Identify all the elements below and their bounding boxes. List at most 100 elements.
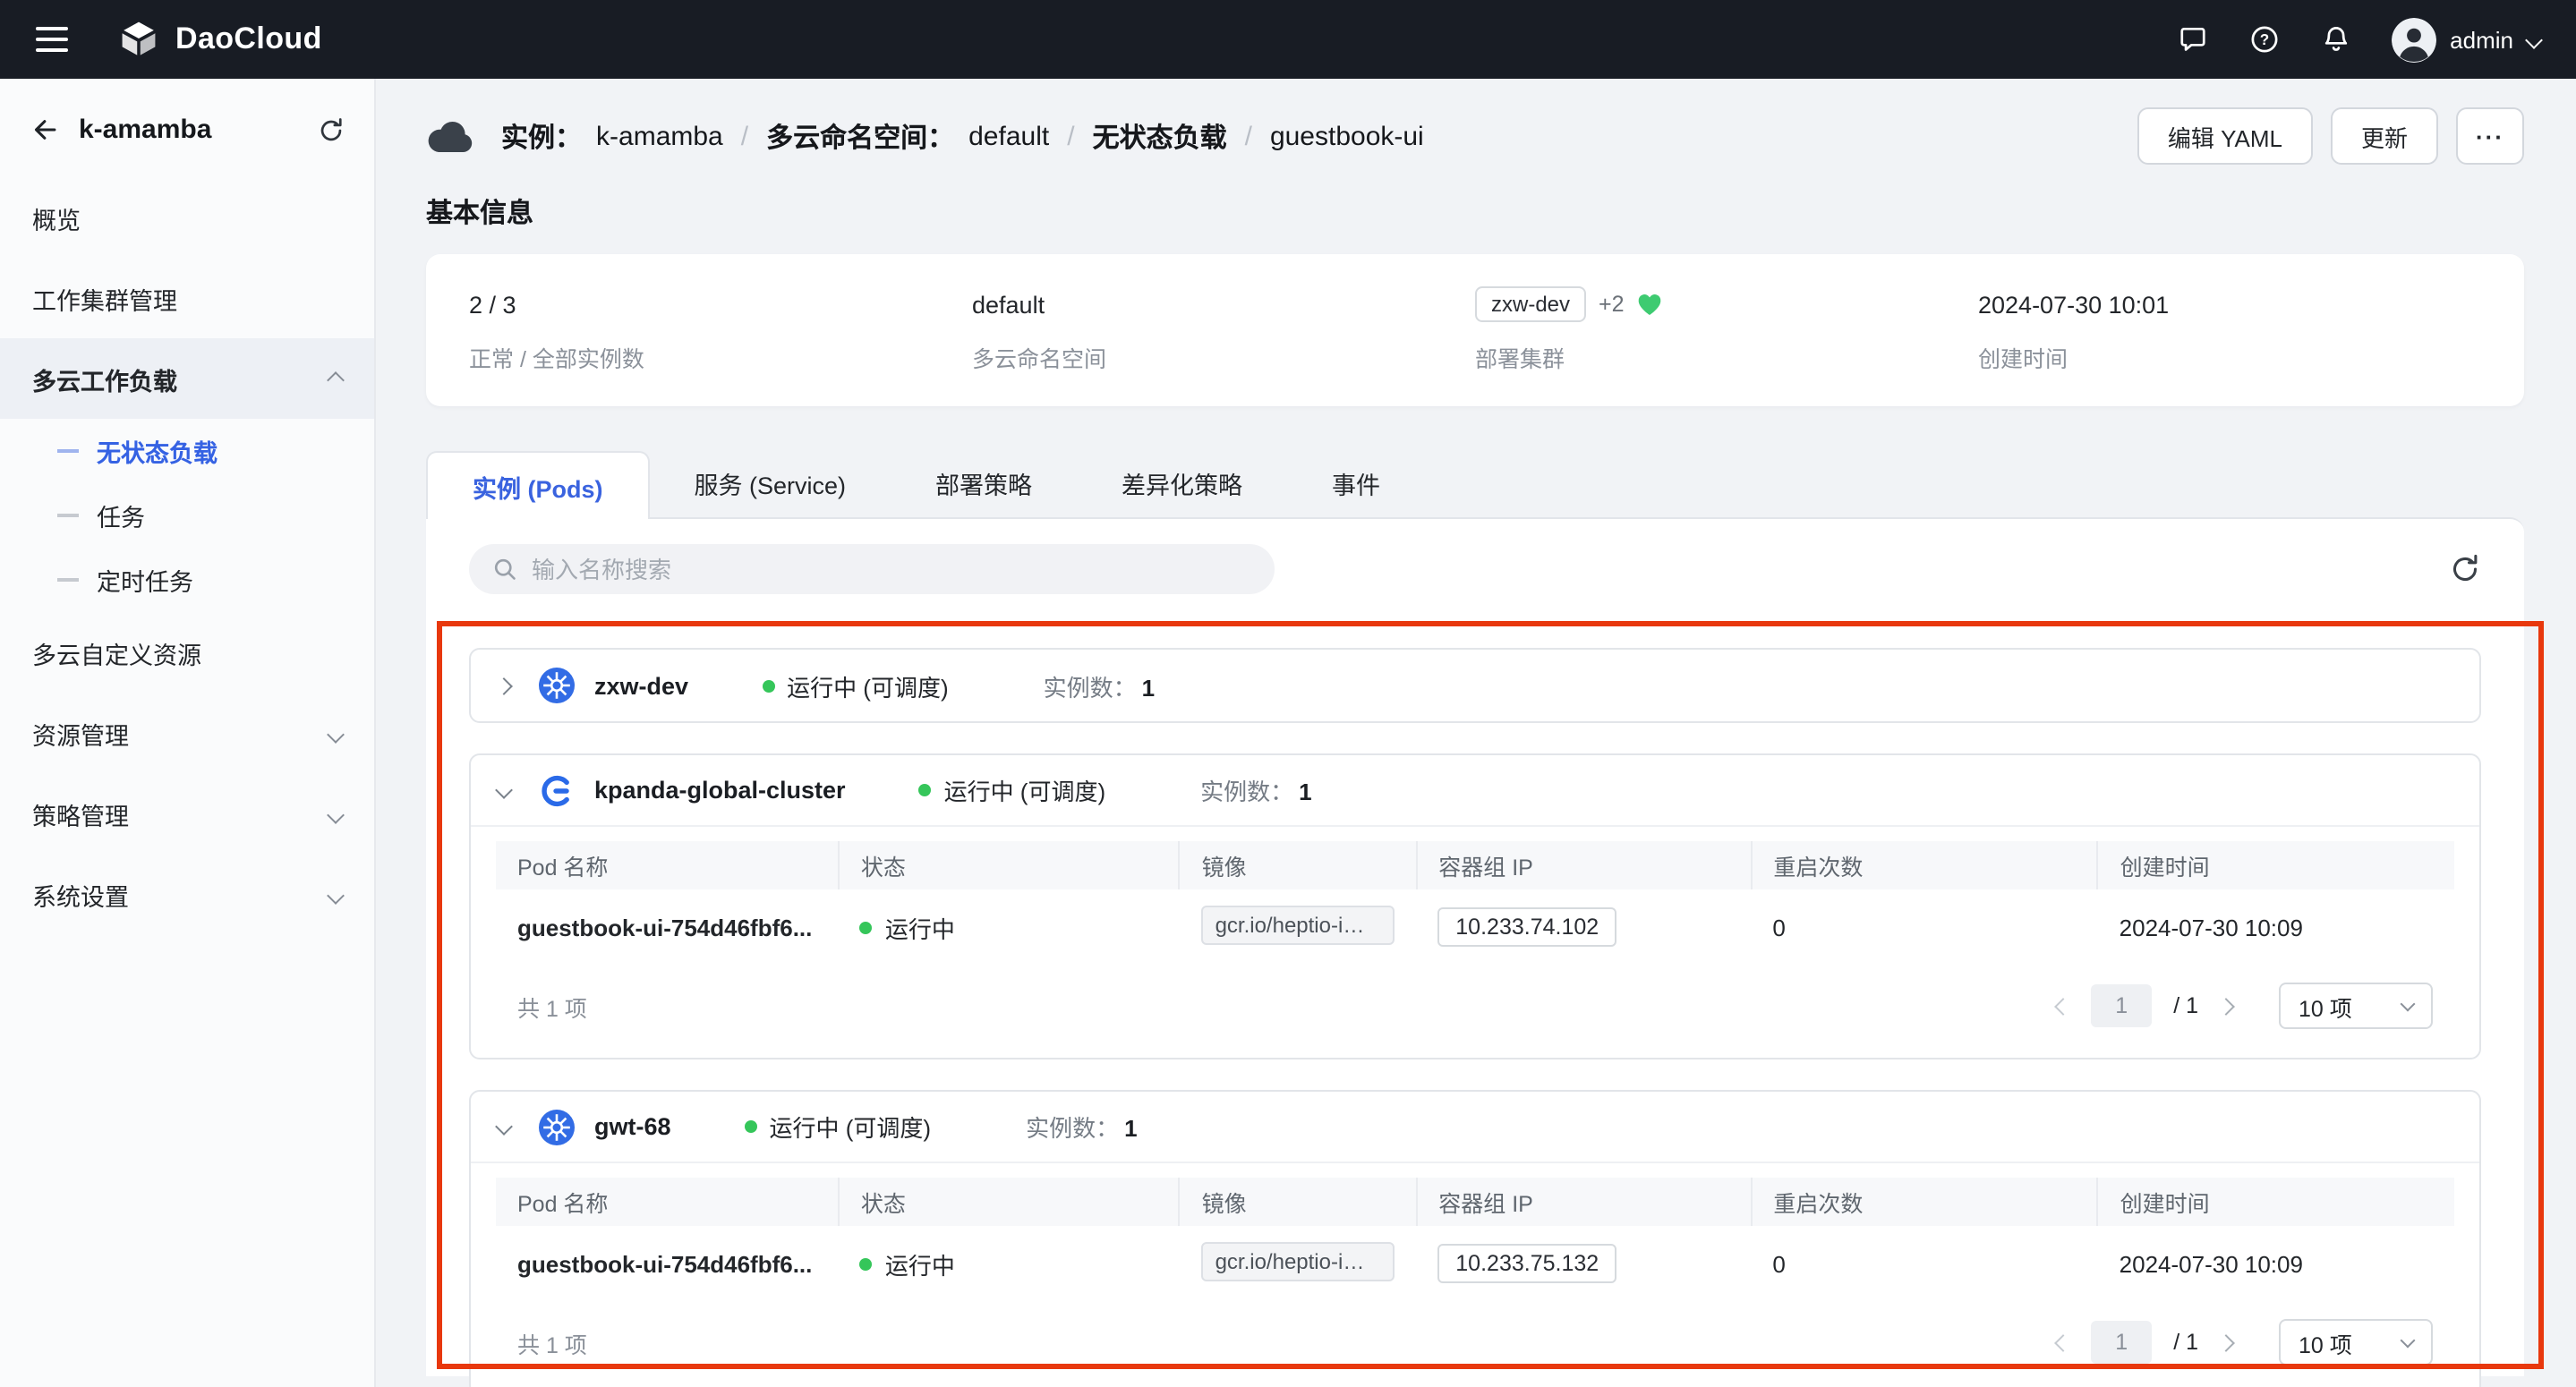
tab-diff-policy[interactable]: 差异化策略	[1077, 449, 1287, 517]
chevron-down-icon[interactable]	[498, 1120, 519, 1133]
sidebar-item-policy-mgmt[interactable]: 策略管理	[0, 773, 374, 854]
edit-yaml-button[interactable]: 编辑 YAML	[2137, 107, 2313, 165]
page-number-input[interactable]: 1	[2091, 1321, 2152, 1364]
tab-events[interactable]: 事件	[1287, 449, 1425, 517]
sidebar-item-cluster-mgmt[interactable]: 工作集群管理	[0, 258, 374, 338]
topbar: DaoCloud ? admin	[0, 0, 2576, 79]
chevron-down-icon[interactable]	[498, 784, 519, 796]
pods-table: Pod 名称 状态 镜像 容器组 IP 重启次数 创建时间	[496, 1178, 2454, 1301]
cluster-chip[interactable]: zxw-dev	[1475, 286, 1586, 322]
image-chip[interactable]: gcr.io/heptio-imag...	[1201, 905, 1395, 944]
chevron-down-icon	[2401, 1332, 2416, 1348]
hamburger-menu-icon[interactable]	[36, 27, 68, 52]
col-status: 状态	[839, 841, 1180, 889]
col-image: 镜像	[1180, 841, 1417, 889]
sidebar-item-cronjobs[interactable]: 定时任务	[0, 548, 374, 612]
notification-bell-icon[interactable]	[2319, 23, 2351, 55]
more-actions-button[interactable]: ···	[2456, 107, 2524, 165]
ip-chip[interactable]: 10.233.74.102	[1437, 907, 1616, 947]
main-content: 实例： k-amamba / 多云命名空间： default / 无状态负载 /…	[376, 79, 2576, 1387]
search-row	[426, 519, 2524, 619]
pod-image-cell: gcr.io/heptio-imag...	[1180, 1226, 1417, 1301]
tab-deploy-policy[interactable]: 部署策略	[891, 449, 1077, 517]
page-number-input[interactable]: 1	[2091, 984, 2152, 1027]
status-text: 运行中	[885, 910, 955, 944]
sidebar-item-label: 资源管理	[32, 715, 129, 751]
dash-icon	[57, 449, 79, 453]
created-label: 创建时间	[1978, 340, 2481, 374]
prev-page-icon[interactable]	[2057, 1000, 2069, 1012]
cluster-panel-zxw-dev: zxw-dev 运行中 (可调度) 实例数：1	[469, 648, 2481, 723]
sidebar-item-system-settings[interactable]: 系统设置	[0, 854, 374, 934]
sidebar-item-stateless[interactable]: 无状态负载	[0, 419, 374, 483]
table-row[interactable]: guestbook-ui-754d46fbf6... 运行中 gcr.io/he…	[496, 1226, 2454, 1301]
page-size-value: 10 项	[2299, 1325, 2352, 1359]
breadcrumb-namespace-value[interactable]: default	[968, 121, 1049, 151]
cluster-name: gwt-68	[594, 1113, 671, 1140]
sidebar-item-jobs[interactable]: 任务	[0, 483, 374, 548]
chevron-right-icon[interactable]	[498, 679, 519, 692]
page-size-select[interactable]: 10 项	[2279, 1319, 2433, 1366]
message-icon[interactable]	[2176, 23, 2208, 55]
sidebar-item-resource-mgmt[interactable]: 资源管理	[0, 693, 374, 773]
col-pod-name: Pod 名称	[496, 841, 839, 889]
tab-pods[interactable]: 实例 (Pods)	[426, 451, 650, 519]
replicas-value: 2 / 3	[469, 286, 972, 322]
created-value: 2024-07-30 10:01	[1978, 286, 2481, 322]
tab-service[interactable]: 服务 (Service)	[650, 449, 891, 517]
sidebar-item-overview[interactable]: 概览	[0, 177, 374, 258]
switch-cluster-icon[interactable]	[317, 115, 345, 144]
table-row[interactable]: guestbook-ui-754d46fbf6... 运行中 gcr.io/he…	[496, 889, 2454, 965]
breadcrumb-workload-type[interactable]: 无状态负载	[1093, 117, 1227, 155]
pod-count: 实例数：1	[1044, 668, 1156, 702]
brand-logo[interactable]: DaoCloud	[118, 19, 322, 60]
chevron-down-icon	[329, 719, 342, 746]
total-count: 共 1 项	[517, 1325, 587, 1359]
status-text: 运行中	[885, 1247, 955, 1281]
update-button[interactable]: 更新	[2331, 107, 2438, 165]
sidebar-item-label: 无状态负载	[97, 433, 218, 469]
sidebar-item-workloads-group[interactable]: 多云工作负载	[0, 338, 374, 419]
cluster-status: 运行中 (可调度)	[762, 668, 949, 702]
page-size-value: 10 项	[2299, 989, 2352, 1023]
help-icon[interactable]: ?	[2248, 23, 2280, 55]
cluster-header[interactable]: gwt-68 运行中 (可调度) 实例数：1	[471, 1092, 2479, 1163]
detail-tabs: 实例 (Pods) 服务 (Service) 部署策略 差异化策略 事件	[426, 449, 2524, 517]
page-size-select[interactable]: 10 项	[2279, 983, 2433, 1029]
sidebar-item-label: 多云工作负载	[32, 361, 177, 396]
image-chip[interactable]: gcr.io/heptio-imag...	[1201, 1241, 1395, 1281]
sidebar-item-custom-resources[interactable]: 多云自定义资源	[0, 612, 374, 693]
ip-chip[interactable]: 10.233.75.132	[1437, 1244, 1616, 1283]
header-actions: 编辑 YAML 更新 ···	[2137, 107, 2524, 165]
status-dot	[860, 921, 873, 933]
col-pod-ip: 容器组 IP	[1416, 841, 1751, 889]
pod-name-cell[interactable]: guestbook-ui-754d46fbf6...	[496, 889, 839, 965]
table-footer: 共 1 项 1 / 1 10 项	[496, 1301, 2454, 1383]
chevron-down-icon	[329, 881, 342, 907]
back-arrow-icon[interactable]	[29, 115, 59, 145]
next-page-icon[interactable]	[2220, 1000, 2232, 1012]
pod-count-value: 1	[1142, 674, 1155, 701]
search-input[interactable]	[532, 556, 1251, 583]
prev-page-icon[interactable]	[2057, 1336, 2069, 1349]
search-box	[469, 544, 1275, 594]
avatar	[2391, 17, 2435, 62]
sidebar-item-label: 概览	[32, 200, 81, 235]
refresh-icon[interactable]	[2449, 553, 2481, 585]
breadcrumb-instance-value[interactable]: k-amamba	[596, 121, 723, 151]
pod-name-cell[interactable]: guestbook-ui-754d46fbf6...	[496, 1226, 839, 1301]
cluster-chips: zxw-dev +2	[1475, 286, 1978, 322]
cluster-list: zxw-dev 运行中 (可调度) 实例数：1	[426, 619, 2524, 1387]
col-created: 创建时间	[2098, 1178, 2454, 1226]
user-menu[interactable]: admin	[2391, 17, 2540, 62]
col-pod-name: Pod 名称	[496, 1178, 839, 1226]
cluster-header[interactable]: kpanda-global-cluster 运行中 (可调度) 实例数：1	[471, 755, 2479, 827]
next-page-icon[interactable]	[2220, 1336, 2232, 1349]
cluster-extra-count[interactable]: +2	[1599, 292, 1625, 317]
pod-image-cell: gcr.io/heptio-imag...	[1180, 889, 1417, 965]
table-header-row: Pod 名称 状态 镜像 容器组 IP 重启次数 创建时间	[496, 841, 2454, 889]
breadcrumb-separator: /	[1241, 121, 1256, 151]
cluster-panel-kpanda-global-cluster: kpanda-global-cluster 运行中 (可调度) 实例数：1	[469, 753, 2481, 1059]
cluster-header[interactable]: zxw-dev 运行中 (可调度) 实例数：1	[471, 650, 2479, 721]
search-icon	[492, 557, 517, 582]
